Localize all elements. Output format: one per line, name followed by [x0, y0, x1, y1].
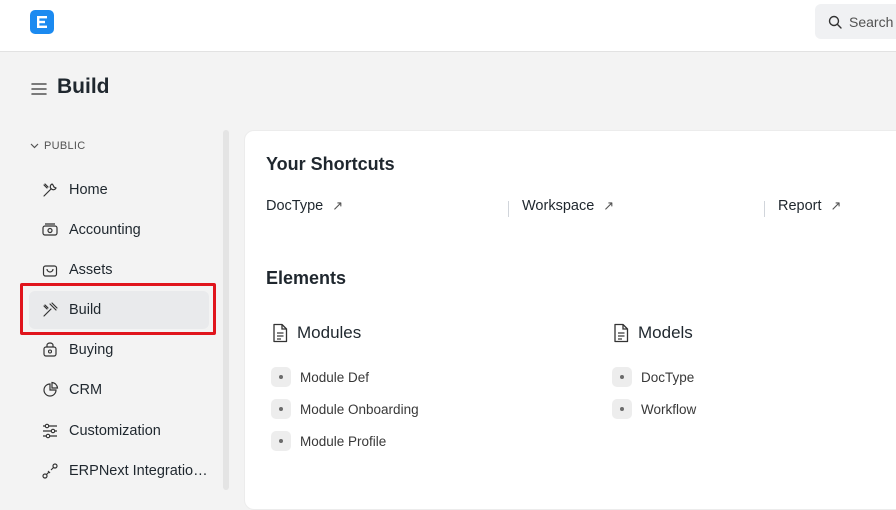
- sidebar-item-label: Assets: [69, 262, 113, 278]
- cart-icon: [40, 340, 60, 360]
- link-label: Module Def: [300, 369, 370, 385]
- sidebar-item-label: Home: [69, 182, 108, 198]
- arrow-up-right-icon: ↗: [830, 198, 842, 213]
- integration-icon: [40, 461, 60, 481]
- sidebar-item-label: Accounting: [69, 222, 141, 238]
- group-title-label: Modules: [297, 323, 362, 342]
- bag-icon: [40, 260, 60, 280]
- hammer-icon: [40, 300, 60, 320]
- group-title-label: Models: [638, 323, 693, 342]
- bullet-icon: [271, 399, 291, 419]
- sidebar-item-label: CRM: [69, 382, 103, 398]
- page-header: Build: [0, 52, 896, 124]
- sidebar-item-customization[interactable]: Customization: [29, 412, 209, 450]
- sliders-icon: [40, 421, 60, 441]
- search-icon: [828, 15, 842, 29]
- link-label: Module Profile: [300, 433, 387, 449]
- navbar: Search: [0, 0, 896, 52]
- search-bar[interactable]: Search: [815, 4, 896, 39]
- sidebar: PUBLIC Home Accounting Assets Build Buyi…: [0, 130, 230, 490]
- money-icon: [40, 220, 60, 240]
- shortcut-report[interactable]: Report ↗: [778, 198, 841, 214]
- page-title: Build: [57, 75, 110, 98]
- pie-chart-icon: [40, 380, 60, 400]
- bullet-icon: [612, 367, 632, 387]
- link-label: DocType: [641, 369, 695, 385]
- sidebar-item-label: Build: [69, 302, 102, 318]
- arrow-up-right-icon: ↗: [603, 198, 615, 213]
- erpnext-logo-icon: [37, 16, 47, 28]
- shortcuts-heading: Your Shortcuts: [266, 154, 395, 174]
- link-workflow[interactable]: Workflow: [612, 399, 696, 419]
- sidebar-item-erpnext-integrations[interactable]: ERPNext Integratio…: [29, 452, 209, 490]
- sidebar-item-accounting[interactable]: Accounting: [29, 211, 209, 249]
- sidebar-scrollbar[interactable]: [223, 130, 229, 490]
- shortcut-label: Report: [778, 198, 822, 214]
- sidebar-item-label: Buying: [69, 342, 114, 358]
- workspace-card: Your Shortcuts DocType ↗ Workspace ↗ Rep…: [244, 130, 896, 510]
- shortcut-workspace[interactable]: Workspace ↗: [522, 198, 614, 214]
- app-logo[interactable]: [30, 10, 54, 34]
- link-module-onboarding[interactable]: Module Onboarding: [271, 399, 419, 419]
- sidebar-section-public[interactable]: PUBLIC: [30, 140, 86, 152]
- link-label: Workflow: [641, 401, 697, 417]
- bullet-icon: [271, 367, 291, 387]
- search-placeholder: Search: [849, 13, 894, 30]
- bullet-icon: [612, 399, 632, 419]
- link-module-profile[interactable]: Module Profile: [271, 431, 386, 451]
- link-module-def[interactable]: Module Def: [271, 367, 369, 387]
- sidebar-item-label: ERPNext Integratio…: [69, 463, 208, 479]
- sidebar-item-build[interactable]: Build: [29, 291, 209, 329]
- document-icon: [273, 323, 288, 343]
- divider: [764, 201, 765, 217]
- sidebar-section-label: PUBLIC: [44, 140, 86, 152]
- hamburger-menu-icon[interactable]: [31, 82, 47, 96]
- chevron-down-icon: [30, 143, 39, 149]
- group-title-modules: Modules: [271, 323, 361, 343]
- group-title-models: Models: [612, 323, 693, 343]
- link-label: Module Onboarding: [300, 401, 419, 417]
- shortcut-doctype[interactable]: DocType ↗: [266, 198, 343, 214]
- shortcut-label: DocType: [266, 198, 324, 214]
- sidebar-item-assets[interactable]: Assets: [29, 251, 209, 289]
- tools-icon: [40, 180, 60, 200]
- sidebar-item-home[interactable]: Home: [29, 171, 209, 209]
- shortcut-label: Workspace: [522, 198, 595, 214]
- sidebar-item-buying[interactable]: Buying: [29, 331, 209, 369]
- arrow-up-right-icon: ↗: [332, 198, 344, 213]
- divider: [508, 201, 509, 217]
- sidebar-item-crm[interactable]: CRM: [29, 371, 209, 409]
- elements-heading: Elements: [266, 268, 347, 288]
- sidebar-item-label: Customization: [69, 423, 161, 439]
- bullet-icon: [271, 431, 291, 451]
- link-doctype[interactable]: DocType: [612, 367, 694, 387]
- document-icon: [614, 323, 629, 343]
